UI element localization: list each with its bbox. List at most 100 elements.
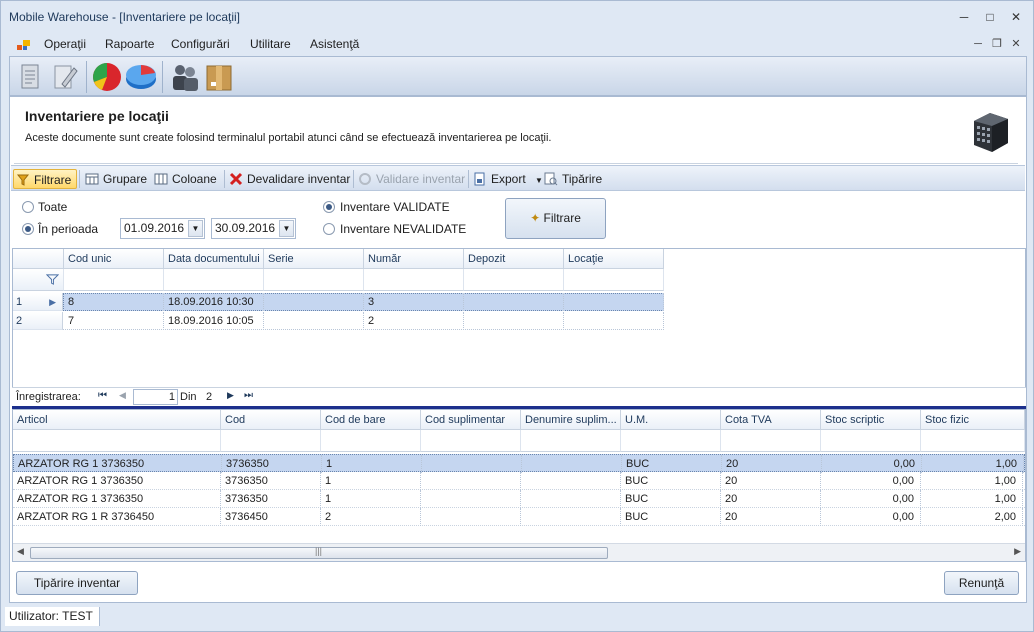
document-icon[interactable] xyxy=(13,60,47,94)
column-header[interactable]: Stoc scriptic xyxy=(821,410,921,430)
horizontal-scrollbar[interactable]: ◀ ||| ▶ xyxy=(13,543,1025,561)
funnel-icon[interactable] xyxy=(46,273,59,286)
radio-validated[interactable] xyxy=(323,201,335,213)
validate-label: Validare inventar xyxy=(376,172,466,186)
date-from-field[interactable]: 01.09.2016 ▼ xyxy=(120,218,205,239)
package-icon[interactable] xyxy=(202,60,236,94)
action-separator xyxy=(224,170,225,188)
pie-chart-icon[interactable] xyxy=(90,60,124,94)
table-row[interactable]: ARZATOR RG 1 3736350 3736350 1 BUC 20 0,… xyxy=(13,490,1025,508)
radio-period[interactable] xyxy=(22,223,34,235)
column-header[interactable]: Număr xyxy=(364,249,464,269)
validate-button[interactable]: Validare inventar xyxy=(356,169,465,189)
filter-cell[interactable] xyxy=(264,269,364,291)
cancel-button[interactable]: Renunţă xyxy=(944,571,1019,595)
menu-asistenta[interactable]: Asistenţă xyxy=(310,37,359,51)
column-header[interactable]: U.M. xyxy=(621,410,721,430)
filter-cell[interactable] xyxy=(364,269,464,291)
filter-cell[interactable] xyxy=(721,430,821,452)
filter-toggle-button[interactable]: Filtrare xyxy=(13,169,78,189)
filter-cell[interactable] xyxy=(621,430,721,452)
close-icon[interactable]: ✕ xyxy=(1006,9,1026,25)
last-record-icon[interactable]: ⏭ xyxy=(244,390,253,401)
users-icon[interactable] xyxy=(167,60,201,94)
cell-cod-supl xyxy=(421,508,521,526)
date-from-value: 01.09.2016 xyxy=(124,221,185,235)
menu-rapoarte[interactable]: Rapoarte xyxy=(105,37,154,51)
status-bar: Utilizator: TEST xyxy=(1,603,1033,631)
scroll-right-icon[interactable]: ▶ xyxy=(1014,546,1021,557)
app-window: Mobile Warehouse - [Inventariere pe loca… xyxy=(0,0,1034,632)
date-to-field[interactable]: 30.09.2016 ▼ xyxy=(211,218,296,239)
filter-cell[interactable] xyxy=(521,430,621,452)
column-header[interactable]: Cota TVA xyxy=(721,410,821,430)
server-icon xyxy=(974,113,1008,152)
mdi-minimize-icon[interactable]: ─ xyxy=(970,37,986,51)
print-button[interactable]: Tipărire xyxy=(542,169,602,189)
table-row[interactable]: 2 7 18.09.2016 10:05 2 xyxy=(13,312,664,330)
column-header[interactable]: Stoc fizic xyxy=(921,410,1025,430)
filter-cell[interactable] xyxy=(464,269,564,291)
radio-all[interactable] xyxy=(22,201,34,213)
chevron-down-icon[interactable]: ▼ xyxy=(279,220,294,237)
menu-configurari[interactable]: Configurări xyxy=(171,37,230,51)
column-header[interactable]: Cod xyxy=(221,410,321,430)
radio-validated-label: Inventare VALIDATE xyxy=(340,200,450,214)
filter-cell[interactable] xyxy=(64,269,164,291)
filter-cell[interactable] xyxy=(921,430,1025,452)
column-header[interactable]: Data documentului xyxy=(164,249,264,269)
row-indicator-header xyxy=(13,249,64,269)
chevron-down-icon[interactable]: ▼ xyxy=(188,220,203,237)
filter-cell[interactable] xyxy=(564,269,664,291)
filter-cell[interactable] xyxy=(421,430,521,452)
filter-cell[interactable] xyxy=(821,430,921,452)
next-record-icon[interactable]: ▶ xyxy=(227,390,234,401)
cell-stoc-fizic: 1,00 xyxy=(921,490,1023,508)
table-row[interactable]: 1 ▶ 8 18.09.2016 10:30 3 xyxy=(13,293,664,311)
column-header[interactable]: Denumire suplim... xyxy=(521,410,621,430)
action-separator xyxy=(79,170,80,188)
radio-not-validated[interactable] xyxy=(323,223,335,235)
items-grid: Articol Cod Cod de bare Cod suplimentar … xyxy=(12,409,1026,562)
first-record-icon[interactable]: ⏮ xyxy=(98,390,107,401)
scrollbar-thumb[interactable]: ||| xyxy=(30,546,608,559)
prev-record-icon[interactable]: ◀ xyxy=(119,390,126,401)
edit-document-icon[interactable] xyxy=(48,60,82,94)
filter-cell[interactable] xyxy=(13,430,221,452)
invalidate-button[interactable]: Devalidare inventar xyxy=(227,169,350,189)
filter-cell[interactable] xyxy=(221,430,321,452)
column-header[interactable]: Cod unic xyxy=(64,249,164,269)
column-header[interactable]: Cod suplimentar xyxy=(421,410,521,430)
print-preview-icon xyxy=(544,172,558,186)
table-row[interactable]: ARZATOR RG 1 R 3736450 3736450 2 BUC 20 … xyxy=(13,508,1025,526)
app-logo-icon[interactable] xyxy=(17,39,31,51)
cell-cod: 3736450 xyxy=(221,508,321,526)
minimize-icon[interactable]: ─ xyxy=(954,9,974,25)
table-row[interactable]: ARZATOR RG 1 3736350 3736350 1 BUC 20 0,… xyxy=(13,454,1025,473)
filter-cell[interactable] xyxy=(164,269,264,291)
apply-filter-button[interactable]: ✦ Filtrare xyxy=(505,198,606,239)
export-button[interactable]: Export ▼ xyxy=(471,169,543,189)
print-label: Tipărire xyxy=(562,172,603,186)
mdi-restore-icon[interactable]: ❐ xyxy=(989,37,1005,51)
wand-icon: ✦ xyxy=(530,211,541,225)
table-row[interactable]: ARZATOR RG 1 3736350 3736350 1 BUC 20 0,… xyxy=(13,472,1025,490)
print-inventory-button[interactable]: Tipărire inventar xyxy=(16,571,138,595)
menu-utilitare[interactable]: Utilitare xyxy=(250,37,291,51)
database-chart-icon[interactable] xyxy=(124,60,158,94)
maximize-icon[interactable]: □ xyxy=(980,9,1000,25)
mdi-close-icon[interactable]: ✕ xyxy=(1008,37,1024,51)
column-header[interactable]: Depozit xyxy=(464,249,564,269)
radio-period-label: În perioada xyxy=(38,222,99,236)
group-button[interactable]: Grupare xyxy=(83,169,147,189)
column-header[interactable]: Cod de bare xyxy=(321,410,421,430)
record-number-input[interactable]: 1 xyxy=(133,389,178,405)
column-header[interactable]: Serie xyxy=(264,249,364,269)
column-header[interactable]: Articol xyxy=(13,410,221,430)
menu-operatii[interactable]: Operaţii xyxy=(44,37,86,51)
cell-depozit xyxy=(464,312,564,330)
columns-button[interactable]: Coloane xyxy=(152,169,217,189)
filter-cell[interactable] xyxy=(321,430,421,452)
scroll-left-icon[interactable]: ◀ xyxy=(17,546,24,557)
column-header[interactable]: Locaţie xyxy=(564,249,664,269)
